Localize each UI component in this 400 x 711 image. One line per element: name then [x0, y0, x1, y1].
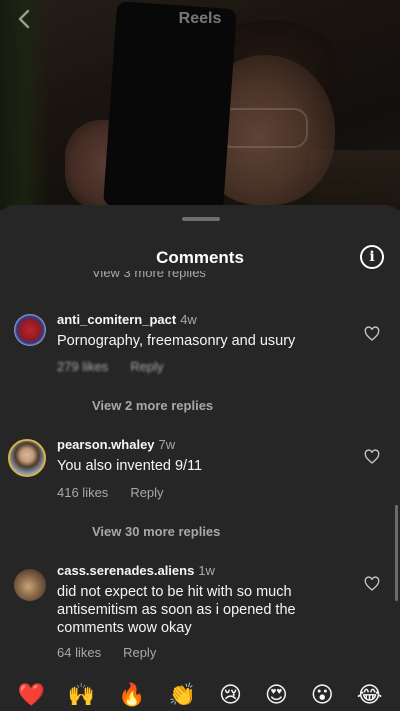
view-more-replies-clipped[interactable]: View 3 more replies [92, 271, 206, 281]
emoji-reaction-bar: ❤️ 🙌 🔥 👏 😢 😍 😮 😂 [0, 681, 400, 711]
comment-meta: 279 likes Reply [57, 359, 186, 374]
comment-meta: 416 likes Reply [57, 485, 186, 500]
like-count[interactable]: 279 likes [57, 359, 108, 374]
heart-eyes-emoji-button[interactable]: 😍 [265, 683, 288, 709]
comment-time: 4w [180, 312, 197, 327]
info-icon[interactable]: i [360, 245, 384, 269]
sheet-grabber-handle[interactable] [182, 217, 220, 221]
clapping-emoji-button[interactable]: 👏 [169, 683, 196, 709]
reply-button[interactable]: Reply [130, 485, 163, 500]
heart-icon[interactable] [364, 449, 380, 465]
top-bar: Reels [0, 0, 400, 40]
heart-icon[interactable] [364, 576, 380, 592]
comments-sheet: Comments i View 3 more replies anti_comi… [0, 205, 400, 711]
reply-button[interactable]: Reply [130, 359, 163, 374]
comment-username[interactable]: anti_comitern_pact 4w [57, 312, 197, 327]
comments-title: Comments [156, 248, 244, 267]
reply-button[interactable]: Reply [123, 645, 156, 660]
laughing-emoji-button[interactable]: 😂 [357, 683, 383, 709]
reels-title: Reels [178, 10, 222, 27]
crying-emoji-button[interactable]: 😢 [219, 683, 242, 709]
avatar[interactable] [14, 569, 46, 601]
avatar[interactable] [14, 314, 46, 346]
surprised-emoji-button[interactable]: 😮 [311, 683, 334, 709]
scrollbar[interactable] [395, 505, 398, 601]
comment-text: Pornography, freemasonry and usury [57, 333, 296, 349]
raised-hands-emoji-button[interactable]: 🙌 [68, 683, 95, 709]
comment-username[interactable]: cass.serenades.aliens 1w [57, 563, 215, 578]
comment-time: 7w [158, 437, 176, 452]
comment-time: 1w [198, 563, 215, 578]
comment-meta: 64 likes Reply [57, 645, 178, 660]
comment-text: did not expect to be hit with so much an… [57, 584, 296, 636]
heart-icon[interactable] [364, 326, 380, 342]
heart-emoji-button[interactable]: ❤️ [17, 683, 44, 709]
view-more-replies[interactable]: View 2 more replies [92, 398, 213, 413]
view-more-replies[interactable]: View 30 more replies [92, 524, 220, 539]
comment-username[interactable]: pearson.whaley 7w [57, 437, 175, 452]
like-count[interactable]: 416 likes [57, 485, 108, 500]
fire-emoji-button[interactable]: 🔥 [118, 683, 145, 709]
like-count[interactable]: 64 likes [57, 645, 101, 660]
avatar[interactable] [8, 439, 46, 477]
comment-text: You also invented 9/11 [57, 458, 203, 474]
